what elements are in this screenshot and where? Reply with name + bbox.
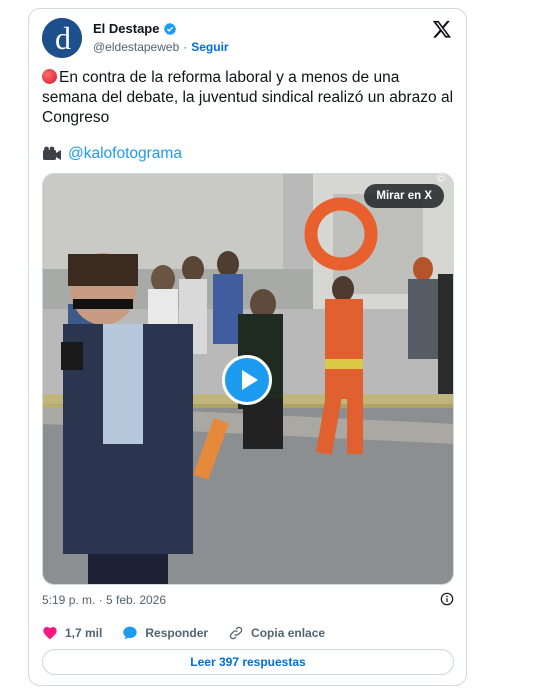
link-icon <box>229 626 243 640</box>
author-name[interactable]: El Destape <box>93 21 159 36</box>
avatar[interactable]: d <box>42 18 82 58</box>
el-destape-logo-icon: d <box>42 18 82 58</box>
like-button[interactable]: 1,7 mil <box>42 625 102 641</box>
video-camera-icon <box>43 146 61 160</box>
info-icon[interactable] <box>440 592 454 606</box>
tweet-card[interactable]: d El Destape @eldestapeweb · Seguir En c… <box>28 8 467 686</box>
play-button[interactable] <box>222 355 272 405</box>
like-count: 1,7 mil <box>65 626 103 640</box>
read-replies-button[interactable]: Leer 397 respuestas <box>42 649 454 675</box>
tweet-body: En contra de la reforma laboral y a meno… <box>42 69 454 126</box>
watch-on-x-button[interactable]: Mirar en X <box>364 184 444 208</box>
heart-icon <box>43 627 57 640</box>
timestamp[interactable]: 5:19 p. m. · 5 feb. 2026 <box>42 593 166 607</box>
action-bar: 1,7 mil Responder Copia enlace <box>42 625 345 641</box>
verified-badge-icon <box>164 22 177 35</box>
follow-button[interactable]: Seguir <box>191 40 228 54</box>
svg-text:d: d <box>55 20 71 56</box>
author-handle-row: @eldestapeweb · Seguir <box>93 40 229 54</box>
red-circle-icon <box>42 69 57 84</box>
timestamp-row: 5:19 p. m. · 5 feb. 2026 <box>42 592 454 607</box>
video-player[interactable]: © Mirar en X <box>42 173 454 585</box>
tweet-text: En contra de la reforma laboral y a meno… <box>42 68 456 128</box>
author-handle[interactable]: @eldestapeweb <box>93 40 179 54</box>
speech-bubble-icon <box>123 626 138 640</box>
photo-credit: @kalofotograma <box>42 145 182 163</box>
play-icon <box>241 370 258 390</box>
reply-label: Responder <box>145 626 209 640</box>
copy-link-label: Copia enlace <box>251 626 326 640</box>
x-logo-icon[interactable] <box>432 19 452 39</box>
author-name-row: El Destape <box>93 21 177 36</box>
svg-text:©: © <box>437 174 445 185</box>
separator-dot: · <box>183 40 188 54</box>
credit-link[interactable]: @kalofotograma <box>68 145 182 163</box>
copy-link-button[interactable]: Copia enlace <box>228 625 325 641</box>
reply-button[interactable]: Responder <box>122 625 208 641</box>
